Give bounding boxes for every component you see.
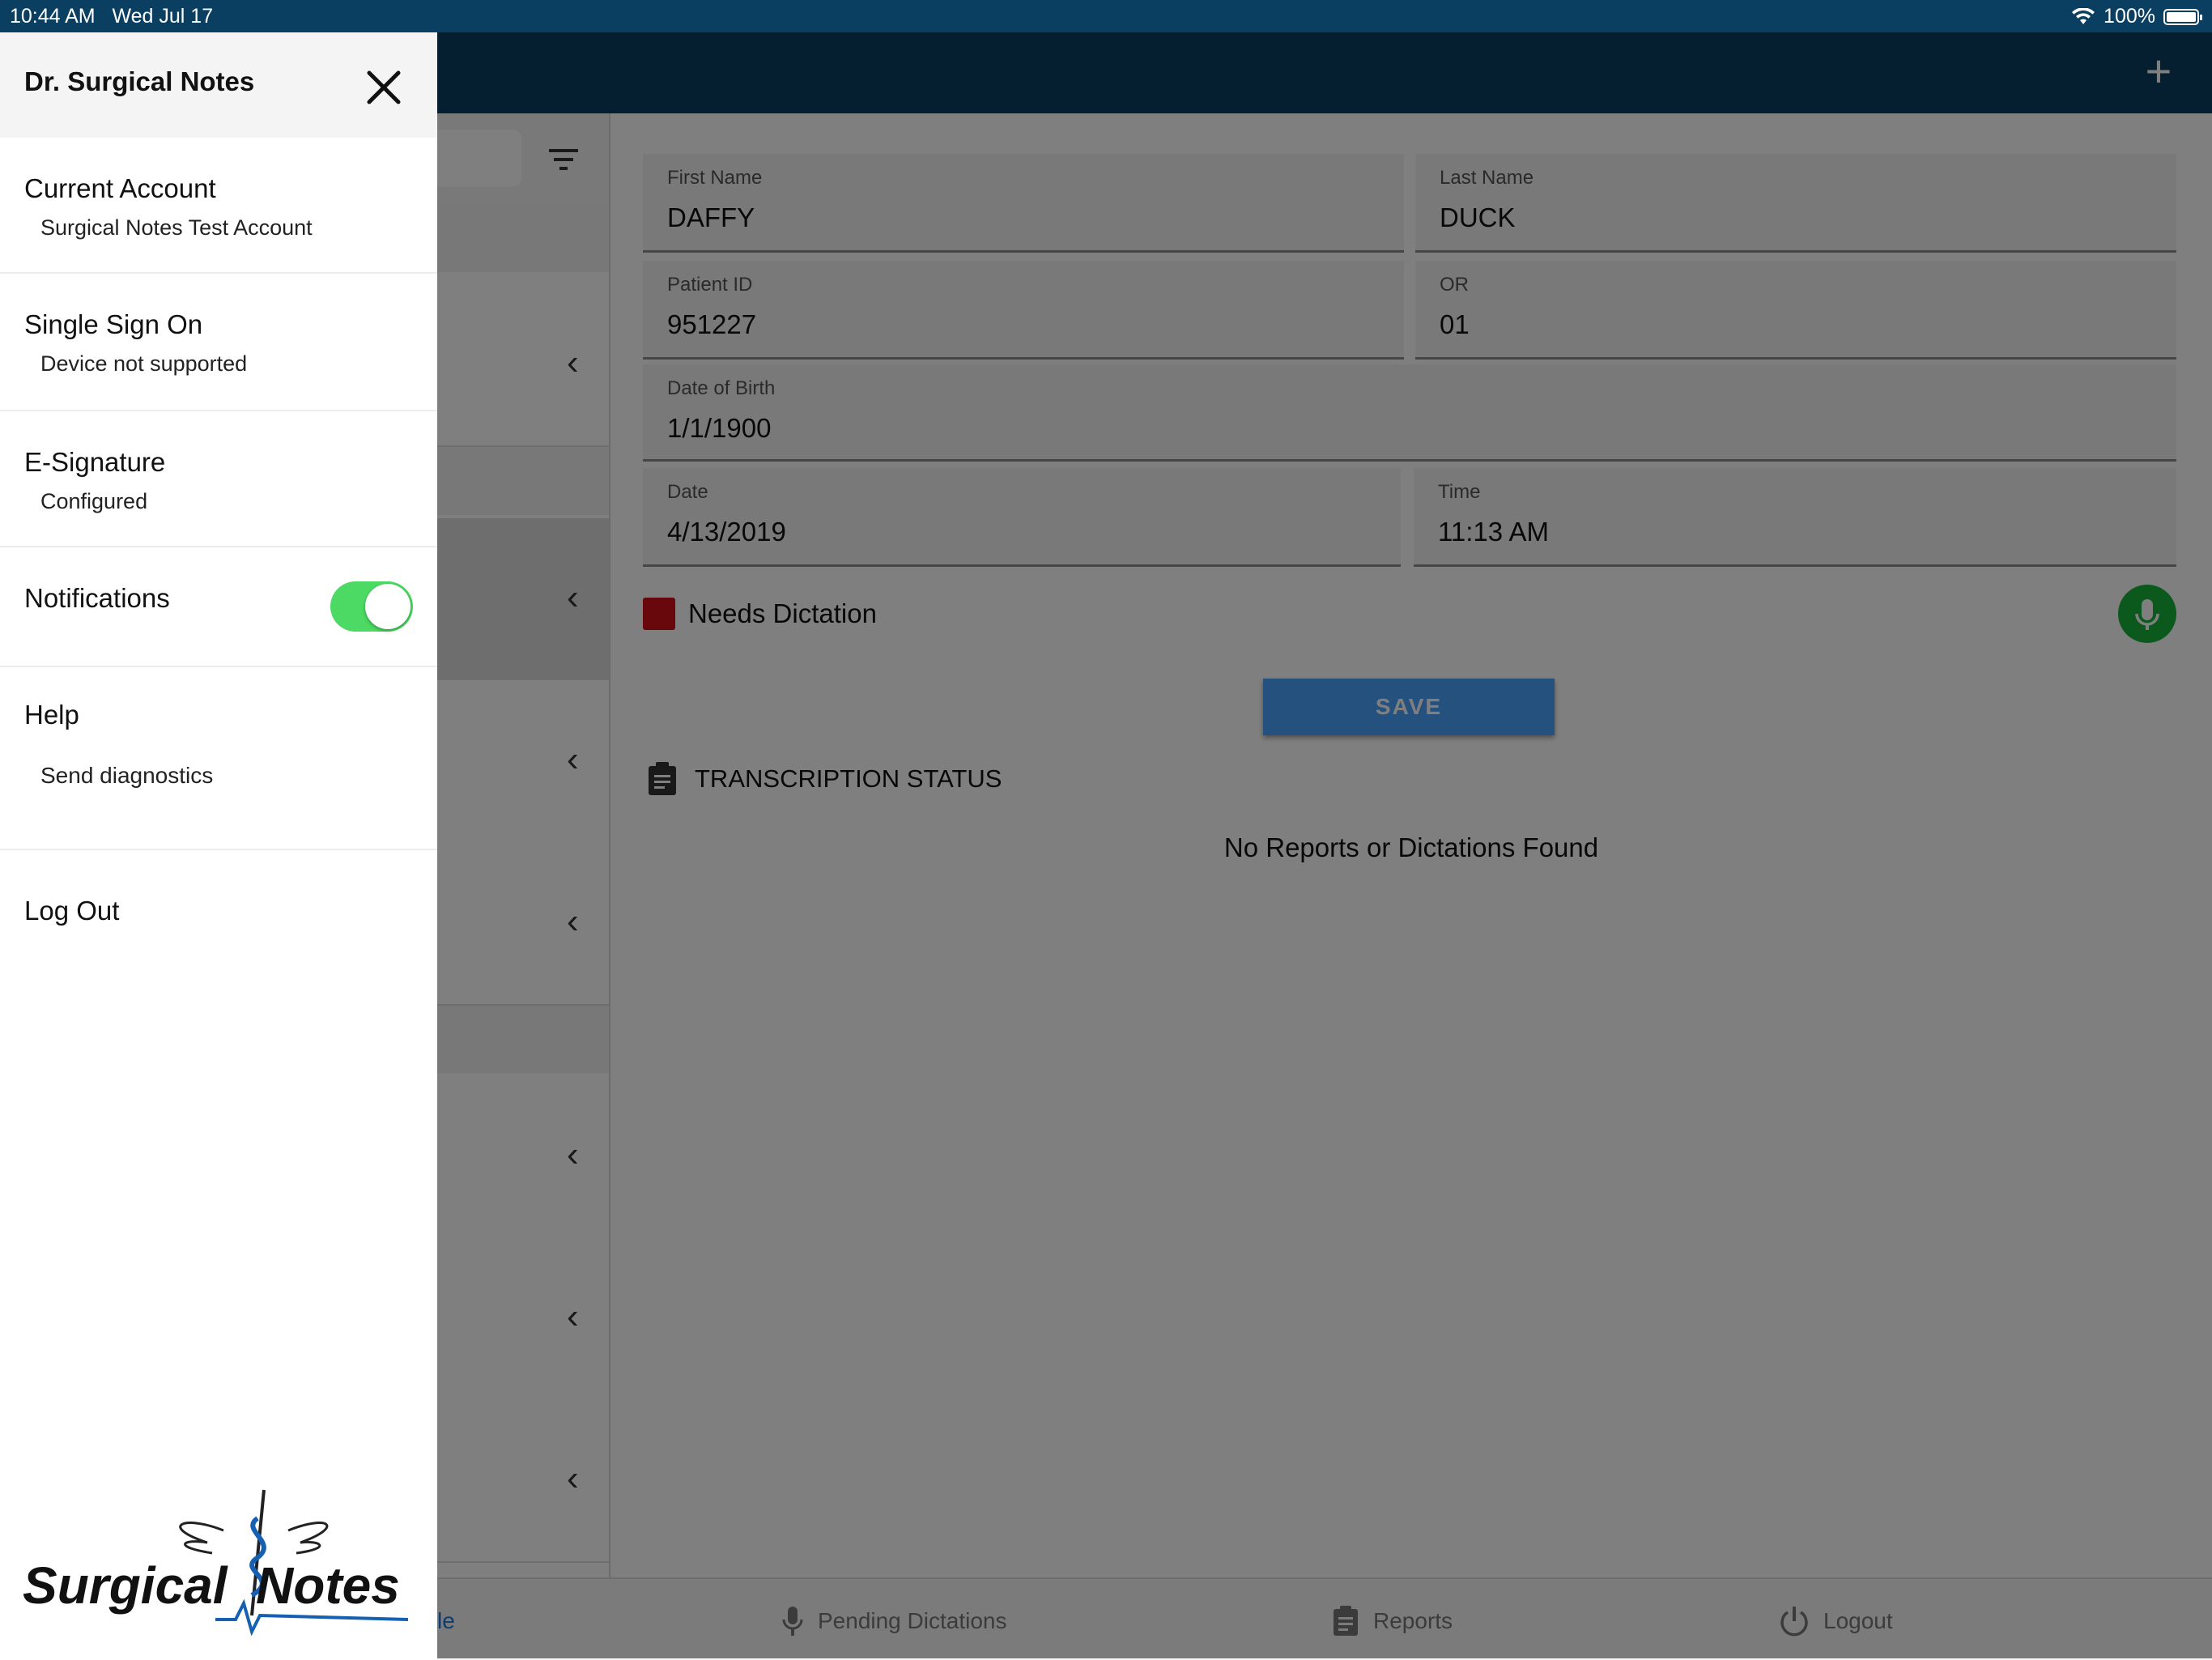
section-title: Help [24,700,79,730]
battery-percent: 100% [2104,5,2155,28]
section-title: E-Signature [24,447,166,477]
section-value: Device not supported [40,351,248,376]
notifications-toggle[interactable] [330,581,413,632]
section-title: Current Account [24,173,216,203]
section-title: Notifications [24,583,170,613]
wifi-icon [2072,7,2095,24]
notifications-section: Notifications [0,547,437,667]
section-value: Configured [40,489,148,513]
svg-text:Notes: Notes [256,1556,400,1615]
help-section: Help Send diagnostics [0,667,437,850]
surgical-notes-logo: Surgical Notes [23,1489,409,1636]
single-sign-on-section[interactable]: Single Sign On Device not supported [0,274,437,411]
status-bar: 10:44 AM Wed Jul 17 100% [0,0,2212,32]
drawer-header: Dr. Surgical Notes [0,32,437,138]
svg-text:Surgical: Surgical [23,1556,228,1615]
status-right: 100% [2071,5,2202,28]
current-account-section[interactable]: Current Account Surgical Notes Test Acco… [0,138,437,274]
send-diagnostics-link[interactable]: Send diagnostics [40,763,213,789]
section-title: Single Sign On [24,309,203,339]
status-time: 10:44 AM Wed Jul 17 [10,5,214,28]
toggle-knob [365,584,410,629]
battery-icon [2163,8,2202,25]
section-title: Log Out [24,896,120,926]
e-signature-section[interactable]: E-Signature Configured [0,411,437,547]
close-icon[interactable] [361,65,406,110]
settings-drawer: Dr. Surgical Notes Current Account Surgi… [0,32,437,1658]
drawer-title: Dr. Surgical Notes [24,66,255,96]
section-value: Surgical Notes Test Account [40,215,313,240]
log-out-button[interactable]: Log Out [0,850,437,972]
